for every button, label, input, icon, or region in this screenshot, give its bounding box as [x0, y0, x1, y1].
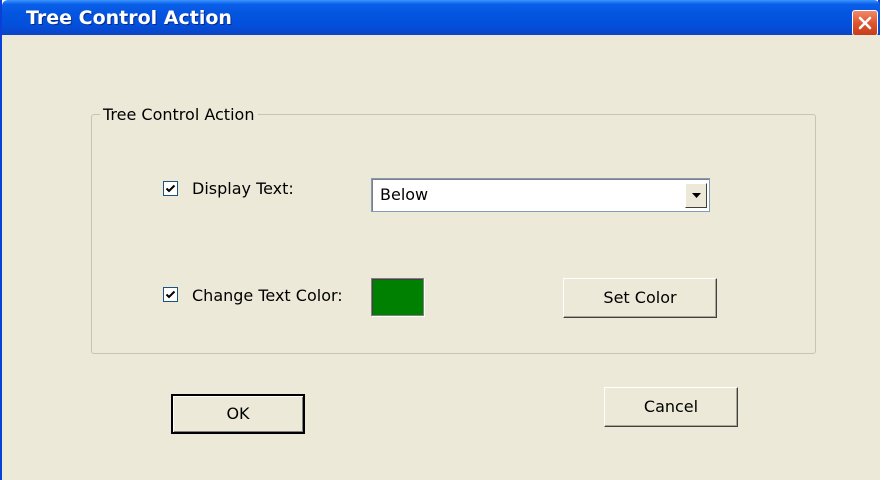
chevron-down-icon: [692, 193, 701, 198]
display-text-checkbox[interactable]: [163, 181, 178, 196]
display-text-selected-value: Below: [380, 185, 429, 204]
set-color-button[interactable]: Set Color: [563, 278, 717, 318]
display-text-dropdown[interactable]: Below: [371, 178, 710, 212]
window-title: Tree Control Action: [26, 7, 232, 29]
title-bar[interactable]: Tree Control Action: [2, 0, 880, 36]
close-button[interactable]: [852, 10, 878, 36]
dialog-client-area: Tree Control Action Display Text: Below …: [2, 35, 880, 480]
ok-button[interactable]: OK: [171, 394, 305, 434]
group-box-legend: Tree Control Action: [100, 105, 259, 125]
display-text-label: Display Text:: [192, 179, 294, 198]
close-icon: [858, 16, 872, 30]
change-text-color-label: Change Text Color:: [192, 286, 343, 305]
dialog-window: Tree Control Action Tree Control Action …: [0, 0, 880, 480]
checkmark-icon: [165, 290, 176, 299]
cancel-button[interactable]: Cancel: [604, 387, 738, 427]
dropdown-arrow-button[interactable]: [685, 183, 707, 208]
checkmark-icon: [165, 184, 176, 193]
group-box: [91, 114, 816, 354]
change-text-color-checkbox[interactable]: [163, 287, 178, 302]
color-swatch: [371, 278, 424, 316]
